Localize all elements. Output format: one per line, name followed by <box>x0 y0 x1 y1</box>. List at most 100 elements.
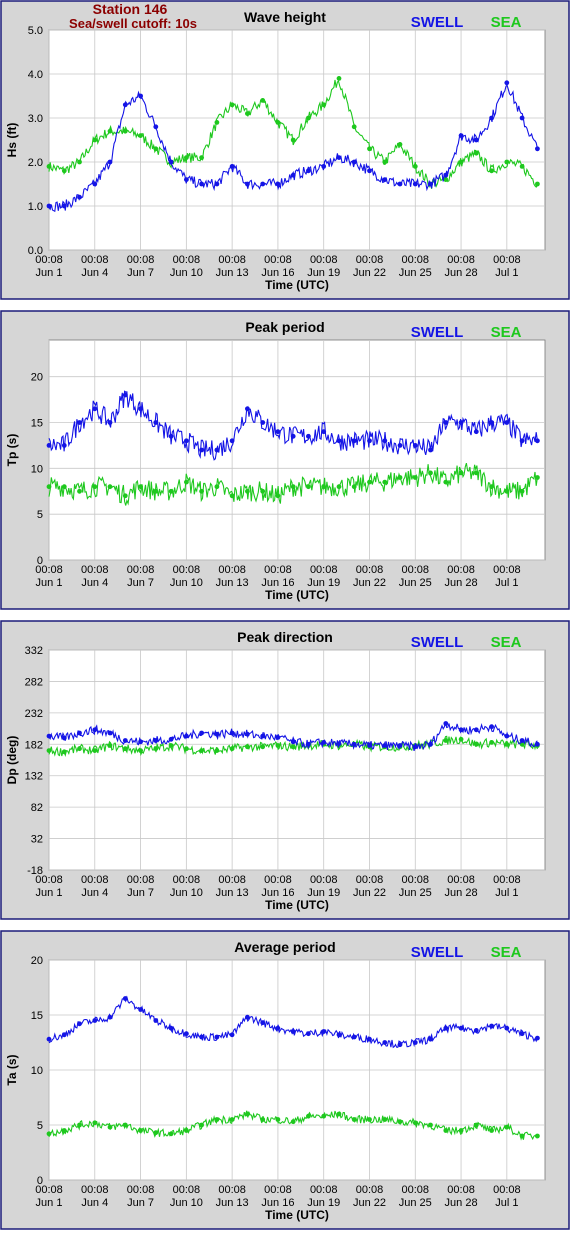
x-tick-time: 00:08 <box>218 874 246 886</box>
x-tick-date: Jun 25 <box>399 887 432 899</box>
data-point <box>367 438 372 444</box>
x-tick-date: Jun 25 <box>399 1197 432 1209</box>
x-tick-date: Jun 7 <box>127 887 154 899</box>
data-point <box>168 736 174 742</box>
data-point <box>46 1036 52 1042</box>
data-point <box>306 484 311 490</box>
data-point <box>107 1014 113 1020</box>
data-point <box>229 438 235 444</box>
data-point <box>92 1018 98 1023</box>
data-point <box>412 164 418 169</box>
data-point <box>489 724 494 730</box>
data-point <box>199 181 205 187</box>
data-point <box>458 420 464 425</box>
data-point <box>245 731 250 737</box>
data-point <box>92 727 98 733</box>
data-point <box>351 484 357 490</box>
data-point <box>260 1117 266 1122</box>
legend-swell: SWELL <box>411 14 464 31</box>
data-point <box>245 488 250 494</box>
legend-swell: SWELL <box>411 944 464 961</box>
data-point <box>489 1023 494 1029</box>
data-point <box>214 484 220 490</box>
legend-sea: SEA <box>491 634 522 651</box>
x-tick-time: 00:08 <box>35 874 63 886</box>
data-point <box>214 447 220 453</box>
data-point <box>321 484 327 490</box>
data-point <box>367 168 372 174</box>
data-point <box>61 443 67 448</box>
data-point <box>229 1032 235 1038</box>
data-point <box>306 741 311 747</box>
x-tick-date: Jun 10 <box>170 1197 203 1209</box>
data-point <box>275 1117 281 1122</box>
data-point <box>489 115 494 121</box>
x-tick-date: Jun 22 <box>353 577 386 589</box>
data-point <box>351 124 357 130</box>
x-tick-time: 00:08 <box>81 254 109 266</box>
x-tick-time: 00:08 <box>402 874 430 886</box>
data-point <box>245 744 250 750</box>
x-tick-date: Jun 7 <box>127 1197 154 1209</box>
data-point <box>184 746 189 752</box>
data-point <box>458 727 464 733</box>
x-tick-time: 00:08 <box>127 254 155 266</box>
data-point <box>367 743 372 748</box>
peak-direction-chart: -18328213218223228233200:08Jun 100:08Jun… <box>0 620 570 920</box>
data-point <box>153 146 159 152</box>
y-tick-label: 10 <box>31 1065 43 1077</box>
data-point <box>168 433 174 439</box>
x-tick-time: 00:08 <box>173 874 201 886</box>
data-point <box>260 744 266 750</box>
data-point <box>504 488 510 494</box>
x-tick-date: Jun 7 <box>127 267 154 279</box>
x-tick-time: 00:08 <box>173 254 201 266</box>
data-point <box>107 420 113 425</box>
data-point <box>489 168 494 174</box>
data-point <box>245 1111 250 1117</box>
y-tick-label: 15 <box>31 418 43 430</box>
data-point <box>61 1032 67 1038</box>
data-point <box>397 1042 403 1048</box>
x-tick-time: 00:08 <box>81 874 109 886</box>
data-point <box>535 475 540 480</box>
chart-title: Wave height <box>244 9 326 25</box>
data-point <box>77 194 82 200</box>
plot-area <box>48 649 546 871</box>
data-point <box>122 746 128 752</box>
data-point <box>382 159 388 165</box>
data-point <box>535 741 540 747</box>
data-point <box>107 159 113 165</box>
data-point <box>46 164 52 169</box>
data-point <box>122 392 128 398</box>
x-tick-date: Jun 10 <box>170 577 203 589</box>
x-tick-date: Jun 4 <box>81 267 108 279</box>
data-point <box>199 748 205 753</box>
legend-sea: SEA <box>491 944 522 961</box>
station-title: Station 146 <box>92 1 168 17</box>
data-point <box>458 470 464 476</box>
data-point <box>275 429 281 435</box>
data-point <box>168 488 174 494</box>
peak-direction-panel: -18 32 82 132 182 232 282 332 00:08 Jun 1 00:08 Jun… <box>0 620 570 920</box>
data-point <box>229 1117 235 1122</box>
y-tick-label: 2.0 <box>28 157 43 169</box>
data-point <box>107 730 113 736</box>
y-tick-label: 10 <box>31 463 43 475</box>
data-point <box>184 1128 189 1133</box>
data-point <box>168 159 174 165</box>
data-point <box>473 1122 479 1128</box>
peak-period-panel: 0 5 10 15 20 00:08 Jun 1 00:08 Jun 4 00:08 Jun 7 00… <box>0 310 570 610</box>
x-tick-time: 00:08 <box>447 564 475 576</box>
x-tick-date: Jun 28 <box>445 887 478 899</box>
x-tick-time: 00:08 <box>402 254 430 266</box>
data-point <box>92 748 98 753</box>
data-point <box>138 1128 144 1133</box>
chart-title: Peak period <box>245 319 324 335</box>
x-tick-time: 00:08 <box>35 1184 63 1196</box>
data-point <box>46 484 52 490</box>
data-point <box>412 1120 418 1126</box>
data-point <box>153 746 159 752</box>
x-axis-label: Time (UTC) <box>265 1208 329 1222</box>
data-point <box>92 406 98 412</box>
